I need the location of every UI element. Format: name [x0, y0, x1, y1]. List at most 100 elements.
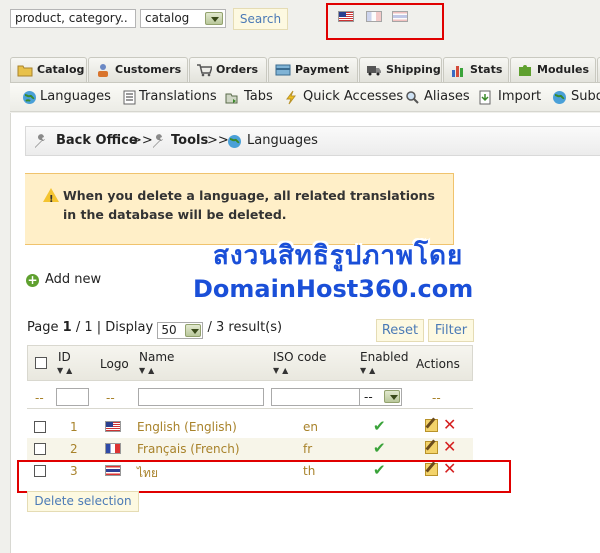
breadcrumb-current: Languages [247, 133, 318, 148]
subtab-aliases[interactable]: Aliases [405, 89, 470, 104]
filter-button[interactable]: Filter [428, 319, 474, 342]
tab-payment[interactable]: Payment [268, 57, 358, 82]
cell-id: 1 [70, 420, 78, 434]
delete-icon[interactable]: ✕ [443, 415, 456, 434]
subtab-tabs[interactable]: Tabs [224, 89, 273, 104]
chevron-down-icon[interactable] [205, 12, 223, 25]
tab-label: Catalog [37, 63, 85, 76]
filter-enabled-select[interactable]: -- [359, 388, 402, 406]
tab-shipping[interactable]: Shipping [359, 57, 442, 82]
subtab-label: Languages [40, 89, 111, 104]
subtab-label: Subd [571, 89, 600, 104]
tab-catalog[interactable]: Catalog [10, 57, 87, 82]
subtab-languages[interactable]: Languages [22, 89, 111, 104]
page-total: / 1 [75, 320, 93, 335]
cell-name: English (English) [137, 420, 237, 434]
per-page-value: 50 [161, 323, 177, 337]
page-label: Page [27, 320, 59, 335]
flag-fr-icon[interactable] [366, 11, 382, 22]
table-header: ID ▼▲ Logo Name ▼▲ ISO code ▼▲ Enabled ▼… [27, 345, 473, 381]
result-count: / 3 result(s) [207, 320, 283, 335]
import-icon [479, 90, 491, 105]
select-all-checkbox[interactable] [35, 357, 47, 369]
tab-label: Orders [216, 63, 259, 76]
wrench-icon [35, 134, 45, 148]
filter-enabled-value: -- [364, 390, 373, 404]
table-row[interactable]: 2 Français (French) fr ✔ ✕ [27, 437, 473, 460]
enabled-check-icon[interactable]: ✔ [373, 439, 386, 457]
delete-icon[interactable]: ✕ [443, 437, 456, 456]
subtab-label: Quick Accesses [303, 89, 404, 104]
table-row[interactable]: 1 English (English) en ✔ ✕ [27, 415, 473, 438]
breadcrumb-separator: >> [207, 133, 229, 148]
document-icon [123, 90, 136, 105]
flag-th-icon[interactable] [392, 11, 408, 22]
breadcrumb-back-office[interactable]: Back Office [56, 127, 138, 155]
subtab-label: Aliases [424, 89, 470, 104]
cell-name: Français (French) [137, 442, 240, 456]
subtab-subdomains[interactable]: Subd [552, 89, 600, 104]
enabled-check-icon[interactable]: ✔ [373, 417, 386, 435]
customers-icon [98, 64, 108, 77]
tab-modules[interactable]: Modules [510, 57, 596, 82]
delete-selection-button[interactable]: Delete selection [27, 491, 139, 512]
filter-row: -- -- -- -- [27, 381, 473, 409]
filter-dash: -- [432, 391, 441, 405]
flag-us-icon[interactable] [338, 11, 354, 22]
subtab-label: Translations [139, 89, 217, 104]
tab-customers[interactable]: Customers [88, 57, 188, 82]
search-scope-value: catalog [145, 11, 190, 25]
cell-iso: fr [303, 442, 313, 456]
search-button[interactable]: Search [233, 8, 288, 30]
truck-icon [367, 66, 381, 76]
per-page-select[interactable]: 50 [157, 322, 204, 339]
edit-icon[interactable] [425, 419, 438, 432]
header-logo: Logo [100, 357, 129, 371]
subtab-quick-accesses[interactable]: Quick Accesses [284, 89, 404, 105]
chevron-down-icon[interactable] [185, 324, 202, 337]
filter-name-input[interactable] [138, 388, 264, 406]
row-checkbox[interactable] [34, 443, 46, 455]
search-scope-select[interactable]: catalog [140, 9, 226, 28]
wrench-icon [153, 134, 163, 148]
page-number: 1 [62, 320, 72, 335]
globe-icon [23, 91, 36, 104]
watermark-domain: DomainHost360.com [193, 275, 474, 303]
display-label: | Display [96, 320, 154, 335]
tab-label: Modules [537, 63, 589, 76]
edit-icon[interactable] [425, 441, 438, 454]
breadcrumb-tools[interactable]: Tools [171, 127, 208, 155]
sort-arrows-icon[interactable]: ▼▲ [273, 366, 291, 375]
watermark-thai: สงวนสิทธิรูปภาพโดย [213, 241, 464, 271]
payment-icon [275, 64, 291, 76]
thai-row-highlight [17, 460, 511, 493]
magnifier-icon [406, 91, 419, 104]
filter-id-input[interactable] [56, 388, 89, 406]
chevron-down-icon[interactable] [384, 390, 400, 403]
subtab-translations[interactable]: Translations [122, 89, 217, 105]
subtab-import[interactable]: Import [478, 89, 542, 105]
sort-arrows-icon[interactable]: ▼▲ [360, 366, 378, 375]
add-new-label: Add new [45, 272, 102, 287]
tab-stats[interactable]: Stats [443, 57, 509, 82]
tab-orders[interactable]: Orders [189, 57, 267, 82]
warning-icon [43, 188, 59, 209]
subtab-label: Import [498, 89, 542, 104]
row-checkbox[interactable] [34, 421, 46, 433]
sort-arrows-icon[interactable]: ▼▲ [139, 366, 157, 375]
filter-dash: -- [35, 391, 44, 405]
tab-label: Stats [470, 63, 503, 76]
reset-button[interactable]: Reset [376, 319, 424, 342]
search-input[interactable]: product, category.. [10, 9, 136, 28]
sub-tabs: Languages Translations Tabs Quick Access… [10, 82, 600, 112]
sort-arrows-icon[interactable]: ▼▲ [57, 366, 75, 375]
tab-label: Payment [295, 63, 350, 76]
filter-dash: -- [106, 391, 115, 405]
add-new-link[interactable]: + Add new [26, 272, 101, 287]
header-actions: Actions [416, 357, 460, 371]
globe-icon [553, 91, 566, 104]
chart-icon [452, 66, 463, 77]
header-enabled: Enabled [360, 350, 409, 364]
breadcrumb: Back Office >> Tools >> Languages [25, 126, 600, 156]
subtab-label: Tabs [244, 89, 273, 104]
